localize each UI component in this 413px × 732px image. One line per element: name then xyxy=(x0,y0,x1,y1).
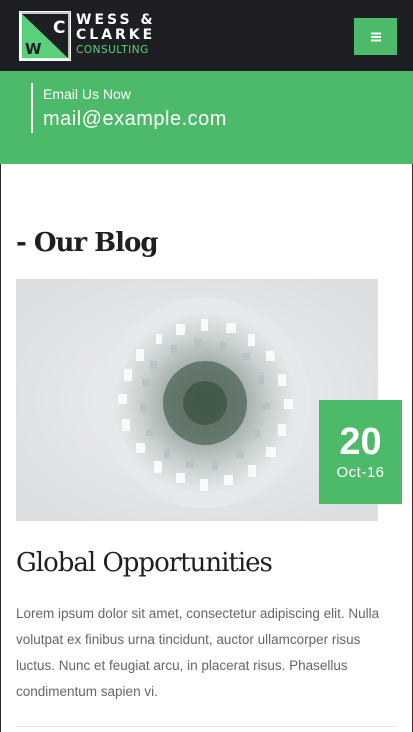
post-date-month: Oct-16 xyxy=(336,464,385,481)
logo-line-1: WESS & xyxy=(76,12,156,28)
email-label: Email Us Now xyxy=(43,86,131,102)
section-title: - Our Blog xyxy=(16,228,159,258)
logo-line-2: CLARKE xyxy=(76,27,156,43)
logo-letter-w: W xyxy=(25,40,42,58)
email-link[interactable]: mail@example.com xyxy=(43,108,227,131)
post-date-day: 20 xyxy=(339,421,382,463)
logo-wordmark[interactable]: WESS & CLARKE CONSULTING xyxy=(76,13,156,57)
site-header: C W WESS & CLARKE CONSULTING xyxy=(0,0,413,71)
post-title-link[interactable]: Global Opportunities xyxy=(16,548,273,578)
logo-line-3: CONSULTING xyxy=(76,44,149,56)
logo-letter-c: C xyxy=(53,18,65,38)
post-divider xyxy=(16,726,397,727)
menu-toggle-button[interactable] xyxy=(354,18,397,55)
post-date-badge: 20 Oct-16 xyxy=(319,400,402,504)
post-excerpt: Lorem ipsum dolor sit amet, consectetur … xyxy=(16,606,380,699)
hamburger-icon xyxy=(370,32,381,41)
email-contact-bar: Email Us Now mail@example.com xyxy=(0,71,413,164)
logo-mark[interactable]: C W xyxy=(19,11,71,61)
email-divider xyxy=(31,83,33,133)
